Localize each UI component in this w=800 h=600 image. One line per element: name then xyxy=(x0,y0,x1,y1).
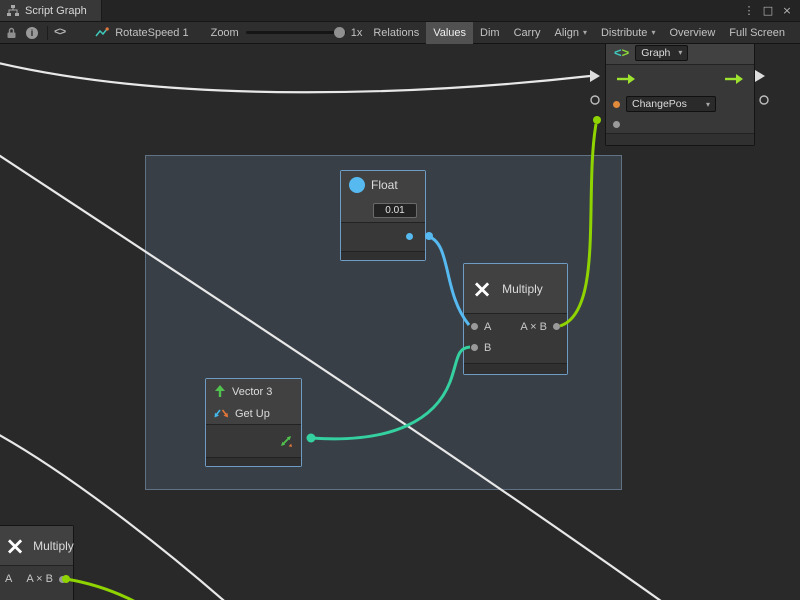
port-label-output: A × B xyxy=(520,321,547,333)
port-label-b: B xyxy=(484,342,491,354)
wire-endpoint-green-top xyxy=(593,116,601,124)
value-input-port[interactable] xyxy=(613,121,620,128)
variable-name-dropdown[interactable]: ChangePos ▾ xyxy=(626,96,716,112)
multiply-output-port[interactable] xyxy=(59,576,66,583)
flow-input-port[interactable] xyxy=(616,73,636,85)
carry-button[interactable]: Carry xyxy=(507,22,548,44)
node-title: Float xyxy=(371,178,398,192)
chevron-down-icon: ▾ xyxy=(706,100,710,109)
variable-name-port[interactable] xyxy=(613,101,620,108)
wire-multiply-partial-output xyxy=(66,579,195,600)
zoom-slider[interactable] xyxy=(246,31,346,34)
dim-button[interactable]: Dim xyxy=(473,22,507,44)
node-footer xyxy=(606,133,754,145)
graph-asset-icon xyxy=(95,27,109,39)
graph-toolbar: i <> RotateSpeed 1 Zoom 1x Relations Val… xyxy=(0,22,800,44)
window-title: Script Graph xyxy=(25,5,87,17)
values-button[interactable]: Values xyxy=(426,22,473,44)
zoom-value: 1x xyxy=(351,27,363,39)
graph-canvas[interactable]: <> Graph ▾ ChangePos xyxy=(0,44,800,600)
multiply-input-a-port[interactable] xyxy=(471,323,478,330)
breadcrumb[interactable]: RotateSpeed 1 xyxy=(115,27,188,39)
multiply-icon: × xyxy=(5,534,25,558)
node-title: Vector 3 xyxy=(232,386,272,398)
zoom-label: Zoom xyxy=(211,27,239,39)
maximize-icon[interactable]: □ xyxy=(760,4,776,17)
vector3-output-port[interactable] xyxy=(279,434,293,448)
multiply-output-port[interactable] xyxy=(553,323,560,330)
float-type-icon xyxy=(349,177,365,193)
node-multiply[interactable]: × Multiply A A × B B xyxy=(463,263,568,375)
toolbar-separator xyxy=(47,26,48,40)
flow-arrow-left xyxy=(590,70,600,82)
port-label-a: A xyxy=(484,321,491,333)
chevron-down-icon: ▾ xyxy=(583,28,587,37)
port-label-a: A xyxy=(5,573,12,585)
window-tab[interactable]: Script Graph xyxy=(0,0,102,21)
flow-output-port[interactable] xyxy=(724,73,744,85)
float-value-input[interactable]: 0.01 xyxy=(373,203,417,218)
node-multiply-partial[interactable]: × Multiply A A × B xyxy=(0,525,74,600)
chevron-down-icon: ▾ xyxy=(678,48,682,57)
node-set-variable[interactable]: <> Graph ▾ ChangePos xyxy=(605,40,755,146)
script-graph-window: Script Graph ⋮ □ × i <> RotateSpeed 1 Zo… xyxy=(0,0,800,600)
script-graph-icon xyxy=(7,5,19,17)
lock-icon[interactable] xyxy=(6,27,17,39)
wire-white-flow-in xyxy=(0,62,590,92)
node-footer xyxy=(341,251,425,260)
chevron-down-icon: ▾ xyxy=(651,28,655,37)
variable-kind-dropdown[interactable]: Graph ▾ xyxy=(635,45,688,61)
get-up-icon xyxy=(214,408,229,419)
node-subtitle: Get Up xyxy=(235,408,270,420)
multiply-icon: × xyxy=(472,277,492,301)
info-icon[interactable]: i xyxy=(26,27,38,39)
toolbar-buttons: Relations Values Dim Carry Align▾ Distri… xyxy=(366,22,792,44)
overview-button[interactable]: Overview xyxy=(662,22,722,44)
align-button[interactable]: Align▾ xyxy=(547,22,593,44)
unconnected-port-ring-right xyxy=(760,96,768,104)
node-vector3-get-up[interactable]: Vector 3 Get Up xyxy=(205,378,302,467)
node-title: Multiply xyxy=(33,539,74,553)
multiply-input-b-port[interactable] xyxy=(471,344,478,351)
close-icon[interactable]: × xyxy=(779,4,795,17)
titlebar: Script Graph ⋮ □ × xyxy=(0,0,800,22)
node-footer xyxy=(464,363,567,374)
unconnected-port-ring-left xyxy=(591,96,599,104)
node-float[interactable]: Float 0.01 xyxy=(340,170,426,261)
code-view-icon[interactable]: <> xyxy=(54,27,65,39)
fullscreen-button[interactable]: Full Screen xyxy=(722,22,792,44)
distribute-button[interactable]: Distribute▾ xyxy=(594,22,662,44)
zoom-slider-handle[interactable] xyxy=(334,27,345,38)
visual-scripting-icon: <> xyxy=(614,44,629,62)
window-menu-icon[interactable]: ⋮ xyxy=(741,4,757,17)
node-title: Multiply xyxy=(502,282,543,296)
relations-button[interactable]: Relations xyxy=(366,22,426,44)
float-output-port[interactable] xyxy=(406,233,413,240)
node-footer xyxy=(206,457,301,466)
vector3-icon xyxy=(214,385,226,398)
flow-arrow-right xyxy=(755,70,765,82)
port-label-output: A × B xyxy=(26,573,53,585)
